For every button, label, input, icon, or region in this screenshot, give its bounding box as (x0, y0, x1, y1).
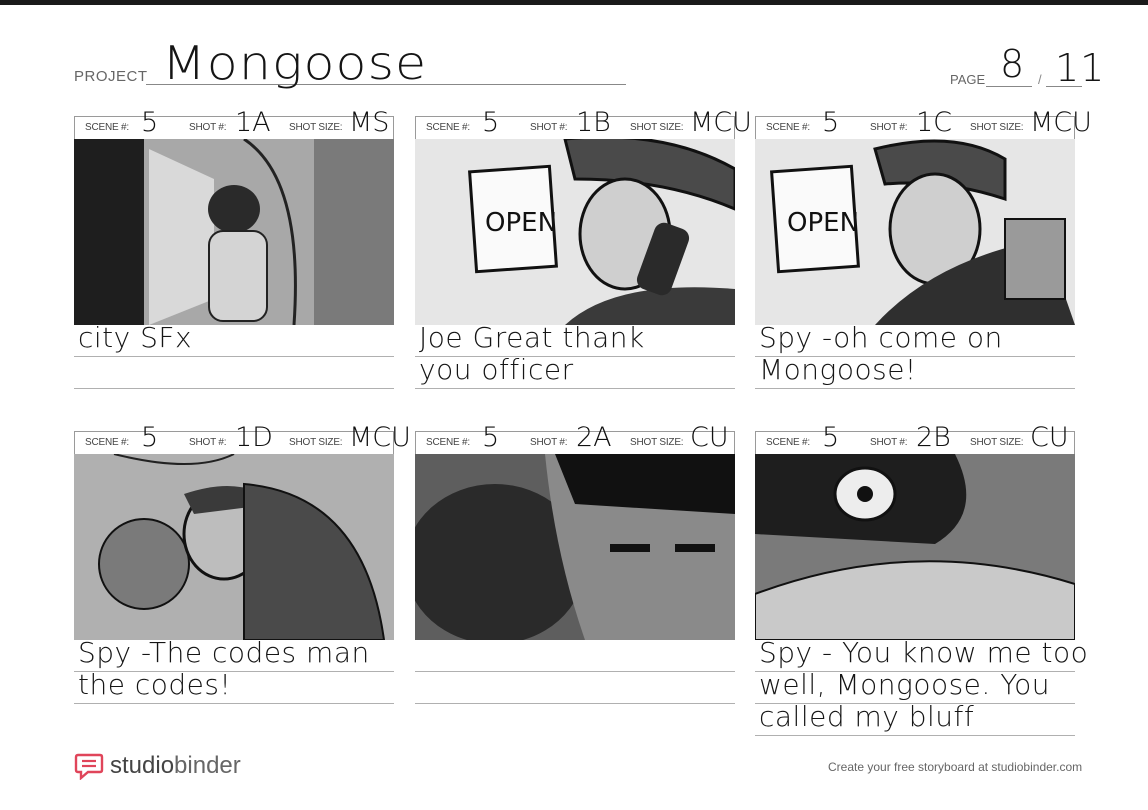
studiobinder-logo-icon (74, 753, 104, 780)
scene-number: 5 (822, 422, 840, 453)
panel-sketch (755, 454, 1075, 640)
top-border (0, 0, 1148, 5)
shot-number: 1A (235, 107, 271, 138)
shot-size-label: SHOT SIZE: (289, 437, 343, 448)
shot-number: 1C (916, 107, 953, 138)
shot-size: CU (1030, 422, 1069, 453)
scene-number: 5 (141, 422, 159, 453)
scene-label: SCENE #: (426, 122, 470, 133)
shot-label: SHOT #: (530, 122, 568, 133)
shot-label: SHOT #: (870, 122, 908, 133)
caption-rule (415, 703, 735, 704)
sketch-drawing: OPEN (415, 139, 735, 325)
project-label: PROJECT (74, 68, 148, 85)
caption-line: Spy -The codes man (78, 636, 370, 669)
caption-line: called my bluff (759, 700, 975, 733)
shot-size-label: SHOT SIZE: (630, 122, 684, 133)
caption-line: you officer (419, 353, 574, 386)
caption-line: well, Mongoose. You (759, 668, 1050, 701)
shot-number: 2B (916, 422, 951, 453)
caption-rule (74, 388, 394, 389)
storyboard-panel: SCENE #: 5 SHOT #: 1D SHOT SIZE: MCU Spy… (74, 422, 411, 731)
panel-header: SCENE #: 5 SHOT #: 2B SHOT SIZE: CU (755, 422, 1075, 455)
shot-label: SHOT #: (189, 122, 227, 133)
shot-size: MCU (690, 107, 752, 138)
caption-rule (415, 388, 735, 389)
caption-rule (415, 671, 735, 672)
panel-sketch (74, 139, 394, 325)
caption-line: Spy -oh come on (759, 321, 1003, 354)
panel-header: SCENE #: 5 SHOT #: 1D SHOT SIZE: MCU (74, 422, 411, 455)
shot-number: 1D (235, 422, 273, 453)
storyboard-panel: SCENE #: 5 SHOT #: 1A SHOT SIZE: MS city… (74, 107, 394, 416)
storyboard-panel: SCENE #: 5 SHOT #: 2B SHOT SIZE: CU Spy … (755, 422, 1088, 736)
panel-header: SCENE #: 5 SHOT #: 1A SHOT SIZE: MS (74, 107, 394, 140)
storyboard-panel: SCENE #: 5 SHOT #: 2A SHOT SIZE: CU (415, 422, 735, 731)
shot-size: MCU (349, 422, 411, 453)
scene-label: SCENE #: (85, 122, 129, 133)
scene-label: SCENE #: (426, 437, 470, 448)
open-sign-text: OPEN (485, 208, 557, 238)
shot-size-label: SHOT SIZE: (970, 122, 1024, 133)
page-total: 11 (1055, 46, 1106, 90)
caption-rule (755, 388, 1075, 389)
caption-line: Spy - You know me too (759, 636, 1089, 669)
shot-size-label: SHOT SIZE: (970, 437, 1024, 448)
shot-size: MS (349, 107, 390, 138)
scene-number: 5 (482, 422, 500, 453)
shot-label: SHOT #: (189, 437, 227, 448)
brand-name-b: binder (174, 752, 241, 779)
caption-rule (74, 356, 394, 357)
panel-sketch: OPEN (755, 139, 1075, 325)
page-separator: / (1038, 72, 1042, 87)
shot-size-label: SHOT SIZE: (630, 437, 684, 448)
scene-label: SCENE #: (85, 437, 129, 448)
sketch-drawing (755, 454, 1075, 640)
caption-line: Mongoose! (759, 353, 917, 386)
sketch-drawing (415, 454, 735, 640)
shot-label: SHOT #: (530, 437, 568, 448)
panel-sketch: OPEN (415, 139, 735, 325)
scene-number: 5 (141, 107, 159, 138)
shot-number: 1B (576, 107, 611, 138)
scene-number: 5 (482, 107, 500, 138)
panel-header: SCENE #: 5 SHOT #: 1B SHOT SIZE: MCU (415, 107, 752, 140)
panel-sketch (74, 454, 394, 640)
panel-header: SCENE #: 5 SHOT #: 2A SHOT SIZE: CU (415, 422, 735, 455)
sketch-drawing (74, 454, 394, 640)
shot-size-label: SHOT SIZE: (289, 122, 343, 133)
brand-name-a: studio (110, 752, 175, 779)
page-current: 8 (1000, 42, 1026, 86)
caption-rule (755, 735, 1075, 736)
scene-label: SCENE #: (766, 437, 810, 448)
shot-size: CU (690, 422, 729, 453)
brand-name: studiobinder (110, 752, 241, 780)
panel-sketch (415, 454, 735, 640)
project-name: Mongoose (162, 36, 428, 90)
panel-header: SCENE #: 5 SHOT #: 1C SHOT SIZE: MCU (755, 107, 1092, 140)
scene-label: SCENE #: (766, 122, 810, 133)
caption-line: city SFx (78, 321, 193, 354)
caption-line: Joe Great thank (419, 321, 645, 354)
caption-rule (74, 703, 394, 704)
sketch-drawing: OPEN (755, 139, 1075, 325)
scene-number: 5 (822, 107, 840, 138)
shot-label: SHOT #: (870, 437, 908, 448)
open-sign-text-2: OPEN (787, 208, 859, 238)
sketch-drawing (74, 139, 394, 325)
caption-line: the codes! (78, 668, 232, 701)
storyboard-panel: SCENE #: 5 SHOT #: 1B SHOT SIZE: MCU OPE… (415, 107, 752, 416)
page-underline-current (986, 86, 1032, 87)
shot-number: 2A (576, 422, 612, 453)
footer-note: Create your free storyboard at studiobin… (828, 760, 1083, 774)
shot-size: MCU (1030, 107, 1092, 138)
storyboard-panel: SCENE #: 5 SHOT #: 1C SHOT SIZE: MCU OPE… (755, 107, 1092, 416)
page-label: PAGE (950, 72, 986, 87)
